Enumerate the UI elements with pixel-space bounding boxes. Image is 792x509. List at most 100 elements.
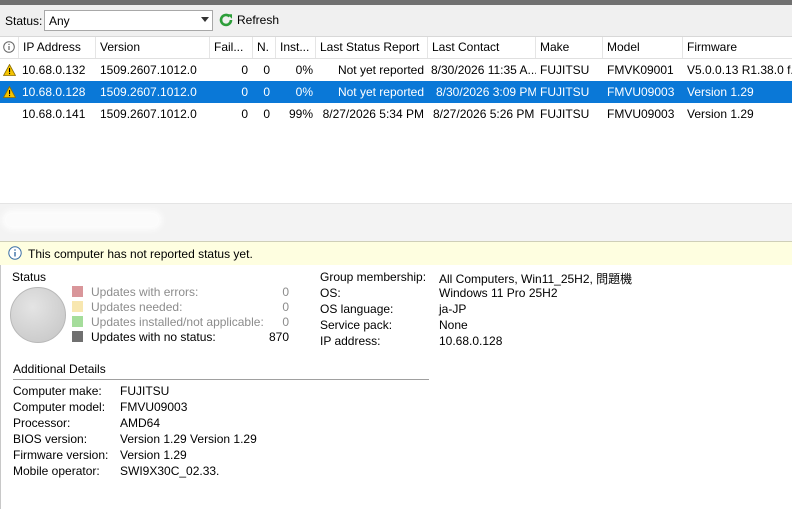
detail-label-mobile-operator: Mobile operator: [13,464,100,478]
chevron-down-icon [201,17,209,22]
additional-details-title: Additional Details [13,362,106,376]
column-header-version[interactable]: Version [96,37,210,58]
warning-icon [3,83,16,105]
detail-value-firmware: Version 1.29 [120,448,187,462]
column-header-last-status[interactable]: Last Status Report [316,37,428,58]
redacted-computer-name [6,214,158,226]
prop-value-os-language: ja-JP [439,302,467,316]
cell-version: 1509.2607.1012.0 [100,63,197,77]
cell-needed: 0 [263,85,270,99]
status-filter-label: Status: [5,14,43,28]
table-row[interactable]: 10.68.0.141 1509.2607.1012.0 0 0 99% 8/2… [0,103,792,125]
column-header-failed[interactable]: Fail... [210,37,253,58]
column-header-needed[interactable]: N. [253,37,276,58]
needed-swatch [72,301,83,312]
detail-label-processor: Processor: [13,416,71,430]
cell-installed: 0% [295,85,313,99]
column-header-firmware[interactable]: Firmware [683,37,792,58]
cell-needed: 0 [263,63,270,77]
prop-value-ip: 10.68.0.128 [439,334,503,348]
column-header-row: IP Address Version Fail... N. Inst... La… [0,37,792,59]
cell-ip: 10.68.0.128 [22,85,86,99]
legend-installed-label: Updates installed/not applicable: [91,315,264,329]
cell-installed: 99% [288,107,313,121]
legend-no-status-count: 870 [268,330,289,344]
column-header-installed[interactable]: Inst... [276,37,316,58]
legend-errors-count: 0 [282,285,289,299]
detail-value-bios: Version 1.29 Version 1.29 [120,432,257,446]
legend-installed-count: 0 [282,315,289,329]
cell-failed: 0 [241,63,248,77]
info-bar-text: This computer has not reported status ye… [28,247,253,261]
cell-last-status: Not yet reported [337,85,424,99]
prop-value-service-pack: None [439,318,468,332]
column-header-info[interactable] [0,37,19,58]
cell-model: FMVU09003 [607,107,675,121]
cell-last-contact: 8/30/2026 11:35 A... [431,63,536,77]
table-row[interactable]: 10.68.0.132 1509.2607.1012.0 0 0 0% Not … [0,59,792,81]
refresh-icon [218,12,234,31]
toolbar: Status: Any Refresh [0,5,792,37]
detail-value-mobile-operator: SWI9X30C_02.33. [120,464,220,478]
prop-label-os: OS: [320,286,341,300]
column-header-make[interactable]: Make [536,37,603,58]
cell-installed: 0% [295,63,313,77]
cell-make: FUJITSU [540,63,590,77]
cell-last-status: 8/27/2026 5:34 PM [322,107,424,121]
cell-firmware: V5.0.0.13 R1.38.0 f... [687,63,792,77]
section-divider [13,379,429,380]
cell-last-contact: 8/27/2026 5:26 PM [433,107,535,121]
cell-make: FUJITSU [540,107,590,121]
info-bar: This computer has not reported status ye… [0,241,792,266]
cell-ip: 10.68.0.141 [22,107,86,121]
cell-failed: 0 [241,107,248,121]
cell-last-contact: 8/30/2026 3:09 PM [436,85,536,99]
computer-list: IP Address Version Fail... N. Inst... La… [0,37,792,203]
detail-label-make: Computer make: [13,384,102,398]
column-header-model[interactable]: Model [603,37,683,58]
cell-version: 1509.2607.1012.0 [100,107,197,121]
legend-needed-count: 0 [282,300,289,314]
prop-value-group: All Computers, Win11_25H2, 問題機 [439,272,633,286]
status-section-title: Status [12,270,47,284]
cell-firmware: Version 1.29 [687,107,754,121]
detail-label-bios: BIOS version: [13,432,88,446]
installed-swatch [72,316,83,327]
legend-needed-label: Updates needed: [91,300,183,314]
cell-version: 1509.2607.1012.0 [100,85,197,99]
detail-value-processor: AMD64 [120,416,161,430]
detail-value-model: FMVU09003 [120,400,188,414]
prop-label-os-language: OS language: [320,302,394,316]
cell-firmware: Version 1.29 [687,85,754,99]
legend-no-status-label: Updates with no status: [91,330,216,344]
table-row-selected[interactable]: 10.68.0.128 1509.2607.1012.0 0 0 0% Not … [0,81,792,103]
prop-value-os: Windows 11 Pro 25H2 [439,286,558,300]
legend-errors-label: Updates with errors: [91,285,199,299]
details-pane: Status Updates with errors: 0 Updates ne… [0,265,792,509]
info-icon [3,40,15,54]
pane-splitter[interactable] [0,203,792,242]
detail-label-firmware: Firmware version: [13,448,109,462]
prop-label-service-pack: Service pack: [320,318,393,332]
detail-label-model: Computer model: [13,400,106,414]
no-status-swatch [72,331,83,342]
errors-swatch [72,286,83,297]
refresh-label: Refresh [237,13,280,27]
cell-failed: 0 [241,85,248,99]
cell-last-status: Not yet reported [337,63,424,77]
status-filter-value: Any [49,14,70,28]
column-header-ip[interactable]: IP Address [19,37,96,58]
cell-model: FMVK09001 [607,63,674,77]
cell-make: FUJITSU [540,85,590,99]
status-filter-dropdown[interactable]: Any [44,10,213,31]
status-pie-icon [10,287,66,343]
prop-label-ip: IP address: [320,334,381,348]
info-icon [8,246,22,263]
prop-label-group: Group membership: [320,270,427,284]
cell-needed: 0 [263,107,270,121]
warning-icon [3,61,16,83]
cell-model: FMVU09003 [607,85,675,99]
column-header-last-contact[interactable]: Last Contact [428,37,536,58]
cell-ip: 10.68.0.132 [22,63,86,77]
detail-value-make: FUJITSU [120,384,170,398]
